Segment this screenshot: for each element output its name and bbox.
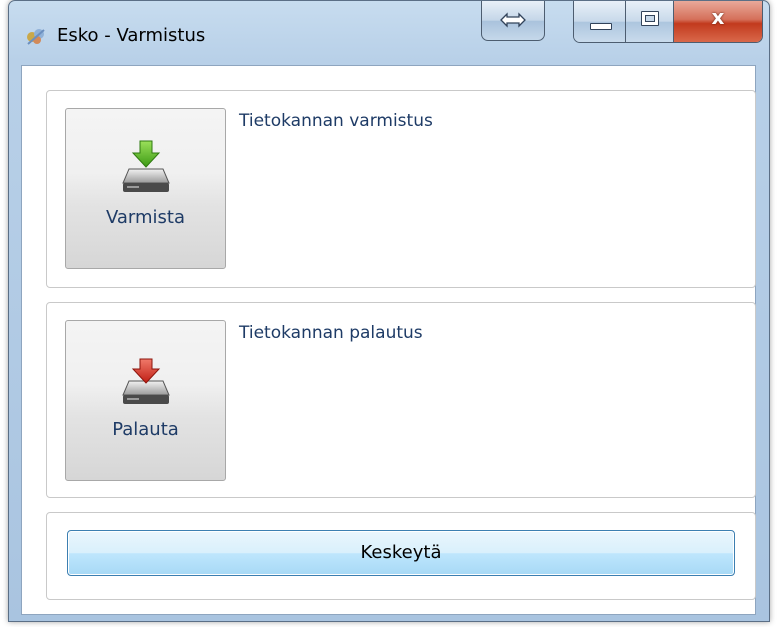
backup-button-label: Varmista	[105, 207, 186, 228]
minimize-button[interactable]	[574, 1, 626, 42]
resize-arrows-icon	[500, 12, 526, 28]
restore-button[interactable]: Palauta	[65, 320, 226, 481]
backup-panel: Varmista Tietokannan varmistus	[46, 90, 756, 288]
caption-buttons: x	[573, 1, 763, 43]
drive-download-icon	[122, 140, 170, 192]
title-bar[interactable]: Esko - Varmistus x	[9, 1, 769, 65]
restore-description: Tietokannan palautus	[239, 323, 423, 343]
maximize-button[interactable]	[626, 1, 674, 42]
backup-dialog-window: Esko - Varmistus x Varmista Tietokannan …	[8, 0, 770, 622]
app-logo-icon	[27, 29, 45, 45]
drive-upload-icon	[122, 358, 170, 404]
minimize-icon	[590, 23, 612, 30]
maximize-icon	[641, 11, 659, 26]
close-button[interactable]: x	[674, 1, 762, 42]
backup-description: Tietokannan varmistus	[239, 111, 433, 131]
dialog-content: Varmista Tietokannan varmistus Palauta T…	[21, 65, 756, 615]
restore-button-label: Palauta	[112, 419, 179, 440]
window-title: Esko - Varmistus	[57, 25, 206, 46]
restore-panel: Palauta Tietokannan palautus	[46, 302, 756, 498]
close-icon: x	[711, 5, 725, 29]
cancel-panel: Keskeytä	[46, 512, 756, 600]
backup-button[interactable]: Varmista	[65, 108, 226, 269]
snap-button[interactable]	[481, 1, 545, 41]
cancel-button[interactable]: Keskeytä	[67, 530, 735, 576]
